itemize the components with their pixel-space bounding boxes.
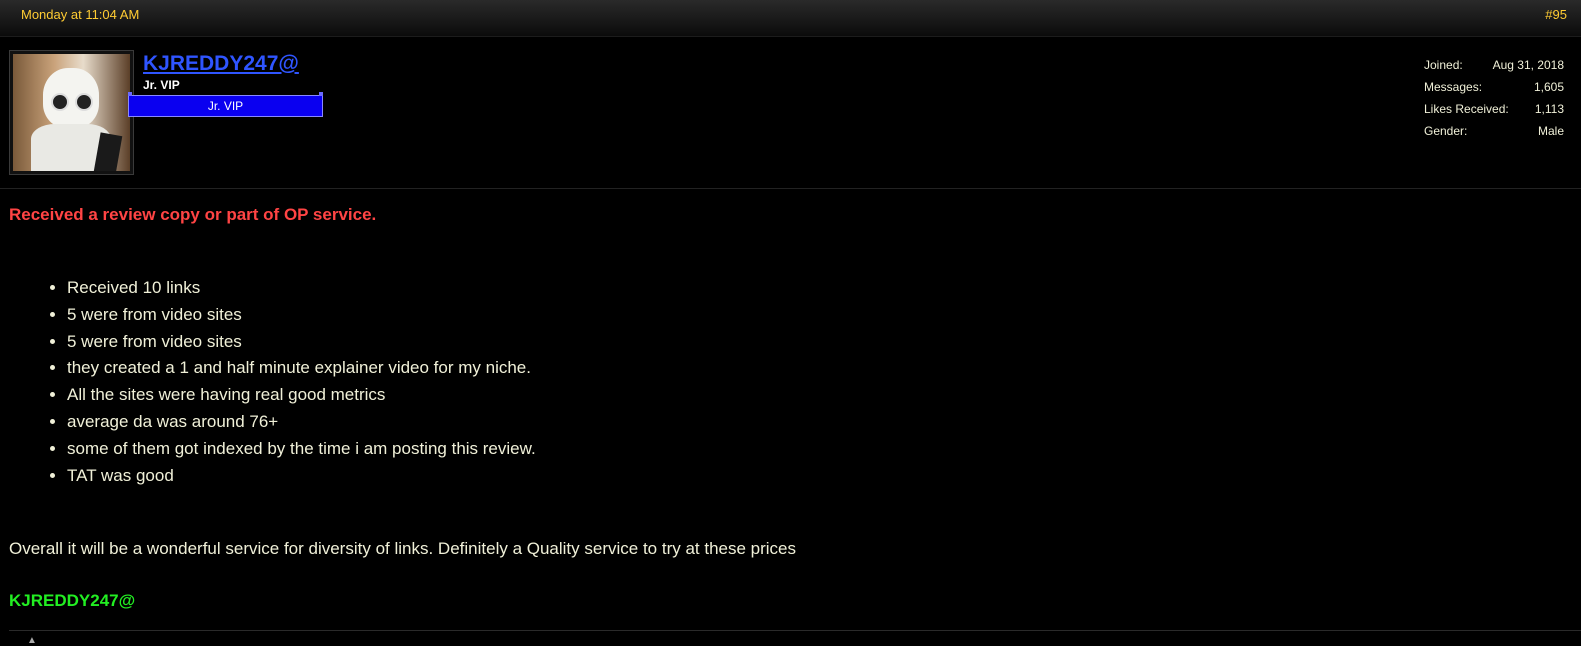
- footer-divider: [9, 630, 1581, 631]
- username-link[interactable]: KJREDDY247@: [143, 52, 299, 76]
- post-number-link[interactable]: #95: [1545, 7, 1567, 22]
- stat-gender: Gender: Male: [1424, 124, 1564, 146]
- robot-eye-left: [51, 93, 69, 111]
- stat-label: Likes Received:: [1424, 102, 1509, 116]
- stat-label: Gender:: [1424, 124, 1468, 138]
- post-header-bar: Monday at 11:04 AM #95: [0, 0, 1581, 37]
- role-badge: Jr. VIP: [128, 92, 323, 117]
- avatar[interactable]: [9, 50, 134, 175]
- stat-label: Messages:: [1424, 80, 1483, 94]
- review-disclosure-notice: Received a review copy or part of OP ser…: [9, 205, 377, 224]
- stat-value: 1,605: [1533, 80, 1564, 94]
- stat-messages: Messages: 1,605: [1424, 80, 1564, 102]
- user-title: Jr. VIP: [143, 78, 180, 92]
- list-item: some of them got indexed by the time i a…: [67, 439, 536, 466]
- user-stats: Joined: Aug 31, 2018 Messages: 1,605 Lik…: [1424, 58, 1564, 146]
- stat-value: Male: [1537, 124, 1564, 138]
- stat-label: Joined:: [1424, 58, 1463, 72]
- like-icon[interactable]: ▲: [27, 636, 37, 646]
- post-divider: [0, 188, 1581, 189]
- stat-value: Aug 31, 2018: [1492, 58, 1564, 72]
- list-item: 5 were from video sites: [67, 305, 536, 332]
- list-item: average da was around 76+: [67, 412, 536, 439]
- review-summary: Overall it will be a wonderful service f…: [9, 539, 797, 558]
- robot-head-shape: [43, 68, 99, 128]
- robot-eye-right: [75, 93, 93, 111]
- stat-joined: Joined: Aug 31, 2018: [1424, 58, 1564, 80]
- avatar-image: [13, 54, 130, 171]
- stat-value: 1,113: [1534, 102, 1564, 116]
- list-item: TAT was good: [67, 466, 536, 493]
- review-bullet-list: Received 10 links 5 were from video site…: [27, 278, 536, 492]
- list-item: Received 10 links: [67, 278, 536, 305]
- post-date[interactable]: Monday at 11:04 AM: [21, 7, 139, 22]
- list-item: All the sites were having real good metr…: [67, 385, 536, 412]
- list-item: they created a 1 and half minute explain…: [67, 358, 536, 385]
- stat-likes: Likes Received: 1,113: [1424, 102, 1564, 124]
- post-signature: KJREDDY247@: [9, 591, 136, 610]
- list-item: 5 were from video sites: [67, 332, 536, 359]
